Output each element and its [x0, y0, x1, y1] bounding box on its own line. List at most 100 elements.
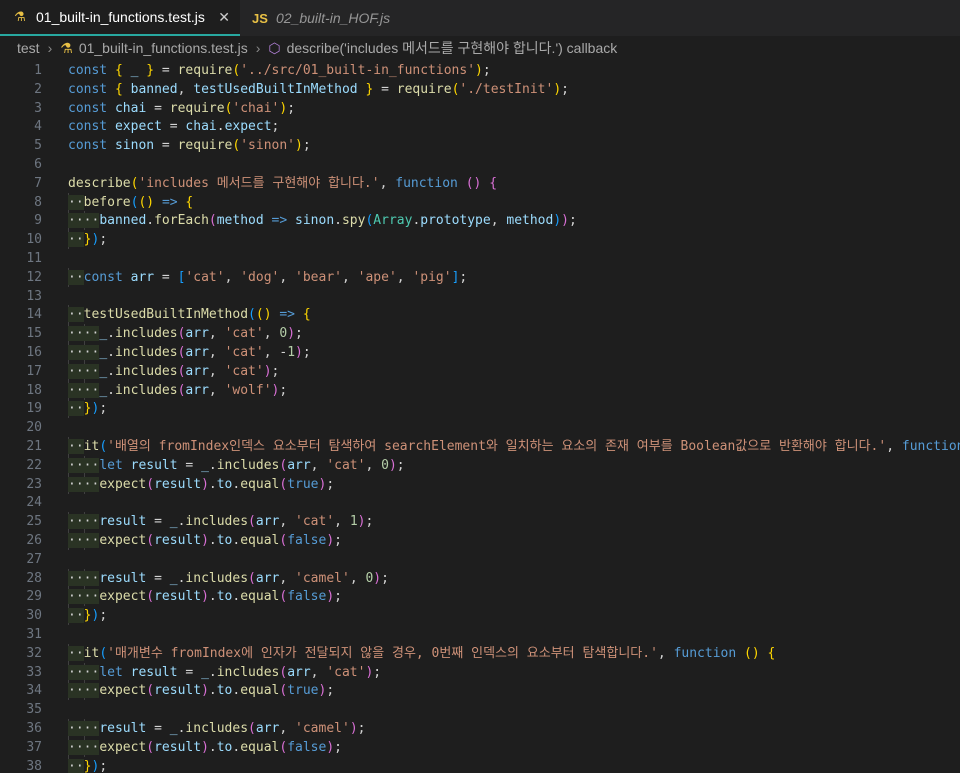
code-line[interactable]: 23 ····expect(result).to.equal(true); [0, 474, 960, 494]
line-number: 19 [26, 401, 42, 417]
line-number: 12 [26, 269, 42, 285]
code-line[interactable]: 13 [0, 287, 960, 306]
code-line[interactable]: 4 const expect = chai.expect; [0, 117, 960, 136]
code-line[interactable]: 35 [0, 700, 960, 719]
flask-icon: ⚗ [60, 39, 73, 56]
line-number: 37 [26, 739, 42, 755]
line-number: 31 [26, 627, 42, 642]
code-line[interactable]: 33 ····let result = _.includes(arr, 'cat'… [0, 662, 960, 682]
code-line[interactable]: 28 ····result = _.includes(arr, 'camel', … [0, 568, 960, 588]
code-line[interactable]: 27 [0, 550, 960, 569]
line-number: 1 [34, 63, 42, 78]
line-number: 11 [26, 251, 42, 266]
code-line[interactable]: 12 ··const arr = ['cat', 'dog', 'bear', '… [0, 267, 960, 287]
line-number: 8 [34, 194, 42, 210]
line-number: 6 [34, 157, 42, 172]
code-text: ····result = _.includes(arr, 'camel'); [68, 721, 366, 736]
code-line[interactable]: 7 describe('includes 메서드를 구현해야 합니다.', fun… [0, 174, 960, 193]
breadcrumb: test › ⚗ 01_built-in_functions.test.js ›… [0, 36, 960, 60]
code-line[interactable]: 16 ····_.includes(arr, 'cat', -1); [0, 343, 960, 362]
line-number: 36 [26, 721, 42, 736]
code-text: ··}); [68, 401, 108, 417]
breadcrumb-file[interactable]: 01_built-in_functions.test.js [79, 40, 248, 56]
code-line[interactable]: 30 ··}); [0, 606, 960, 626]
code-line[interactable]: 24 [0, 493, 960, 512]
code-text: ··const arr = ['cat', 'dog', 'bear', 'ap… [68, 269, 468, 285]
line-number: 32 [26, 645, 42, 661]
code-text: ··it('매개변수 fromIndex에 인자가 전달되지 않을 경우, 0번… [68, 645, 776, 661]
tab-02-built-in-hof[interactable]: JS 02_built-in_HOF.js [240, 0, 420, 36]
code-text: ····expect(result).to.equal(true); [68, 683, 335, 699]
code-line[interactable]: 11 [0, 249, 960, 268]
code-text: describe('includes 메서드를 구현해야 합니다.', func… [68, 175, 498, 191]
code-text: ····expect(result).to.equal(false); [68, 739, 342, 755]
code-line[interactable]: 29 ····expect(result).to.equal(false); [0, 587, 960, 607]
code-text: const expect = chai.expect; [68, 119, 280, 135]
line-number: 26 [26, 533, 42, 548]
line-number: 24 [26, 495, 42, 511]
cube-icon: ⬡ [268, 39, 281, 56]
line-number: 22 [26, 457, 42, 473]
line-number: 2 [34, 81, 42, 97]
code-text: ··testUsedBuiltInMethod(() => { [68, 307, 311, 323]
line-number: 23 [26, 476, 42, 492]
code-line[interactable]: 22 ····let result = _.includes(arr, 'cat'… [0, 455, 960, 475]
code-line[interactable]: 32 ··it('매개변수 fromIndex에 인자가 전달되지 않을 경우, … [0, 643, 960, 663]
code-line[interactable]: 18 ····_.includes(arr, 'wolf'); [0, 380, 960, 400]
code-line[interactable]: 19 ··}); [0, 399, 960, 419]
code-line[interactable]: 1 const { _ } = require('../src/01_built-… [0, 61, 960, 80]
code-line[interactable]: 25 ····result = _.includes(arr, 'cat', 1)… [0, 512, 960, 532]
tab-01-built-in-functions-test[interactable]: ⚗ 01_built-in_functions.test.js ✕ [0, 0, 240, 36]
line-number: 33 [26, 664, 42, 680]
code-line[interactable]: 37 ····expect(result).to.equal(false); [0, 737, 960, 757]
code-text: ····let result = _.includes(arr, 'cat', … [68, 457, 405, 473]
breadcrumb-symbol[interactable]: describe('includes 메서드를 구현해야 합니다.') call… [287, 38, 618, 58]
code-line[interactable]: 31 [0, 625, 960, 644]
line-number: 13 [26, 288, 42, 304]
chevron-right-icon: › [255, 40, 261, 56]
close-icon[interactable]: ✕ [218, 9, 230, 26]
code-line[interactable]: 5 const sinon = require('sinon'); [0, 136, 960, 155]
line-number: 28 [26, 570, 42, 586]
code-text: const { banned, testUsedBuiltInMethod } … [68, 81, 569, 97]
line-number: 4 [34, 119, 42, 135]
js-file-icon: JS [252, 10, 268, 26]
code-text: ····_.includes(arr, 'wolf'); [68, 382, 288, 398]
code-text: ····result = _.includes(arr, 'camel', 0)… [68, 570, 389, 586]
code-text: const sinon = require('sinon'); [68, 138, 311, 154]
line-number: 3 [34, 100, 42, 116]
line-number: 7 [34, 175, 42, 191]
line-number: 38 [26, 758, 42, 773]
line-number: 10 [26, 232, 42, 248]
code-line[interactable]: 9 ····banned.forEach(method => sinon.spy(… [0, 211, 960, 231]
code-line[interactable]: 20 [0, 418, 960, 437]
code-text: ····banned.forEach(method => sinon.spy(A… [68, 213, 577, 229]
code-line[interactable]: 2 const { banned, testUsedBuiltInMethod }… [0, 80, 960, 99]
code-text: const chai = require('chai'); [68, 100, 296, 116]
code-line[interactable]: 17 ····_.includes(arr, 'cat'); [0, 361, 960, 381]
breadcrumb-folder[interactable]: test [17, 40, 40, 56]
code-text: ····let result = _.includes(arr, 'cat'); [68, 664, 382, 680]
code-text: ····expect(result).to.equal(true); [68, 476, 335, 492]
line-number: 21 [26, 439, 42, 454]
code-line[interactable]: 26 ····expect(result).to.equal(false); [0, 531, 960, 550]
code-text: const { _ } = require('../src/01_built-i… [68, 63, 491, 78]
line-number: 35 [26, 702, 42, 718]
code-editor[interactable]: 1 const { _ } = require('../src/01_built-… [0, 60, 960, 773]
code-line[interactable]: 10 ··}); [0, 230, 960, 250]
code-line[interactable]: 14 ··testUsedBuiltInMethod(() => { [0, 305, 960, 325]
code-line[interactable]: 36 ····result = _.includes(arr, 'camel'); [0, 719, 960, 738]
code-line[interactable]: 15 ····_.includes(arr, 'cat', 0); [0, 324, 960, 344]
code-line[interactable]: 6 [0, 155, 960, 174]
tab-bar: ⚗ 01_built-in_functions.test.js ✕ JS 02_… [0, 0, 960, 36]
code-line[interactable]: 34 ····expect(result).to.equal(true); [0, 681, 960, 701]
line-number: 16 [26, 345, 42, 360]
code-line[interactable]: 8 ··before(() => { [0, 192, 960, 212]
code-line[interactable]: 3 const chai = require('chai'); [0, 99, 960, 118]
code-text: ····expect(result).to.equal(false); [68, 589, 342, 605]
code-line[interactable]: 38 ··}); [0, 756, 960, 773]
code-text: ··}); [68, 232, 108, 248]
line-number: 25 [26, 514, 42, 530]
code-line[interactable]: 21 ··it('배열의 fromIndex인덱스 요소부터 탐색하여 searc… [0, 437, 960, 456]
code-text: ····_.includes(arr, 'cat'); [68, 363, 280, 379]
